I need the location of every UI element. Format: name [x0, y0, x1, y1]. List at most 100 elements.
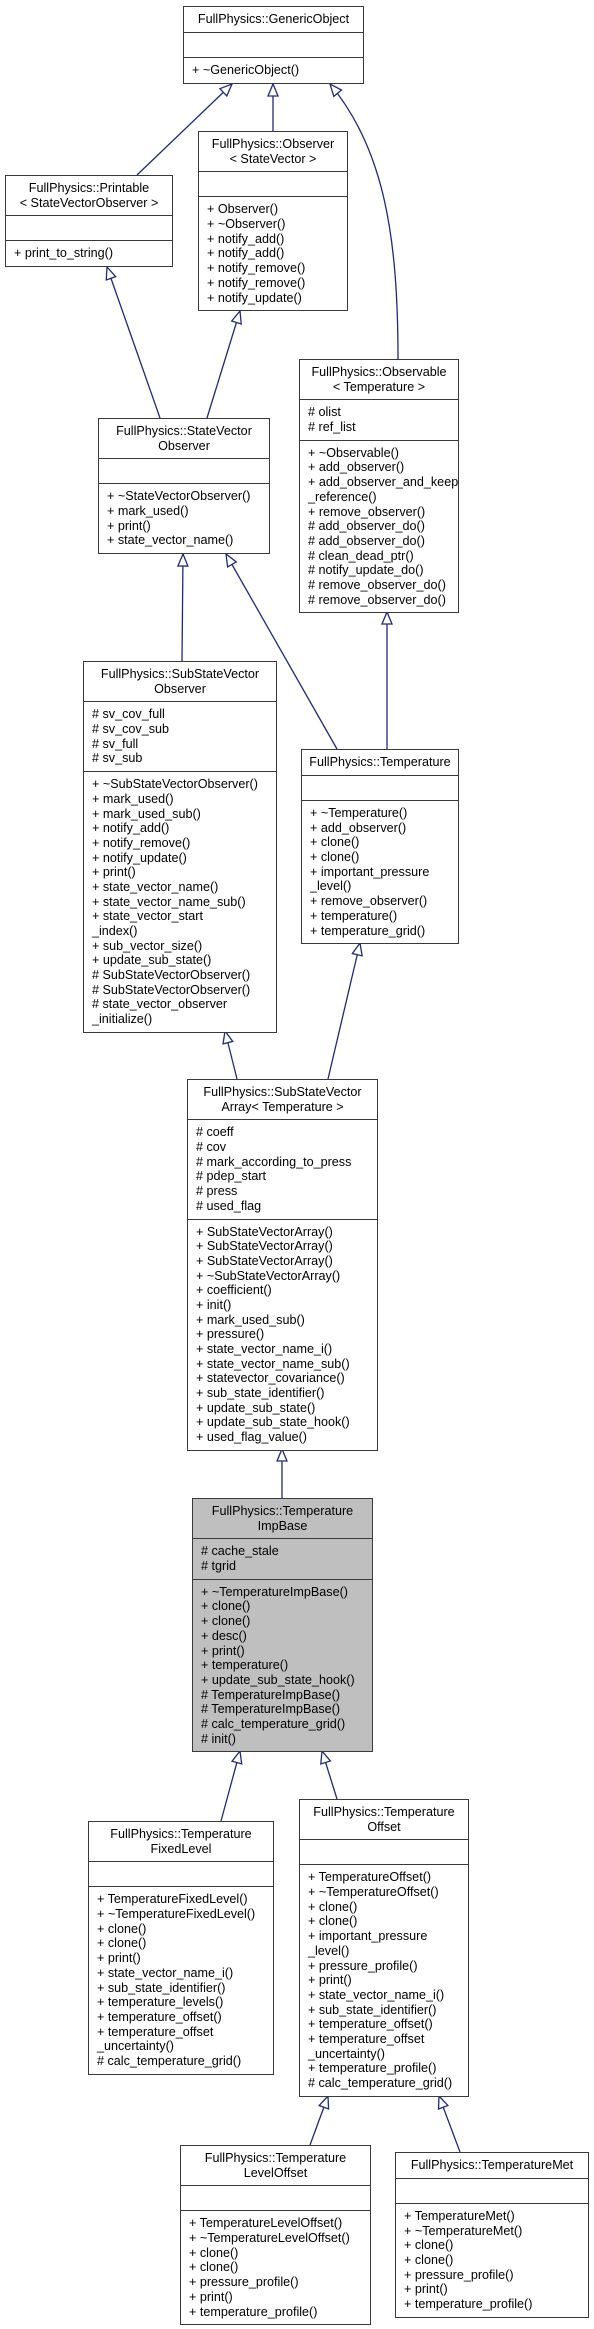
class-title: FullPhysics::SubStateVector Observer: [84, 662, 276, 701]
class-title: FullPhysics::StateVector Observer: [99, 419, 269, 458]
method-item: # SubStateVectorObserver(): [92, 968, 251, 983]
attribute-item: # pdep_start: [196, 1169, 267, 1184]
class-box-temperature-met[interactable]: FullPhysics::TemperatureMet + Temperature…: [395, 2152, 589, 2318]
method-item: + SubStateVectorArray(): [196, 1224, 333, 1239]
attribute-item: # coeff: [196, 1125, 234, 1140]
class-name-line: FullPhysics::Temperature: [204, 2151, 347, 2165]
class-attributes: [181, 2185, 370, 2210]
method-item: + temperature_profile(): [189, 2304, 318, 2319]
method-item: + clone(): [189, 2245, 239, 2260]
class-box-temperature-fixed-level[interactable]: FullPhysics::Temperature FixedLevel+ Temp…: [88, 1821, 274, 2075]
method-item: + ~Observable(): [308, 445, 399, 460]
method-item: + notify_add(): [207, 246, 285, 261]
class-box-temperature-offset[interactable]: FullPhysics::Temperature Offset + Temperat…: [299, 1799, 469, 2097]
method-item: + state_vector_name(): [92, 879, 219, 894]
class-methods: + ~Temperature() + add_observer() + clone(…: [302, 800, 458, 943]
method-item: + desc(): [201, 1628, 247, 1643]
method-item: + important_pressure: [310, 864, 430, 879]
method-item: # notify_update_do(): [308, 563, 424, 578]
class-title: FullPhysics::Temperature FixedLevel: [89, 1822, 273, 1861]
method-item: + update_sub_state_hook(): [196, 1415, 350, 1430]
class-box-state-vector-observer[interactable]: FullPhysics::StateVector Observer+ ~State…: [98, 418, 270, 555]
method-item: + state_vector_name_sub(): [196, 1356, 350, 1371]
method-item: # state_vector_observer: [92, 997, 228, 1012]
class-box-temperature-level-offset[interactable]: FullPhysics::Temperature LevelOffset + Tem…: [180, 2145, 371, 2326]
class-box-temperature[interactable]: FullPhysics::Temperature+ ~Temperature()…: [301, 749, 459, 945]
class-attributes: [6, 215, 172, 240]
attribute-item: # ref_list: [308, 420, 356, 435]
method-item: + print(): [107, 518, 151, 533]
class-methods: + TemperatureLevelOffset() + ~Temperature…: [181, 2210, 370, 2324]
class-attributes: # olist # ref_list: [300, 399, 458, 439]
inherits-edge-sub-state-vector-array-to-sub-state-vector-observer: [225, 1031, 238, 1080]
attribute-item: # sv_sub: [92, 751, 143, 766]
method-item: # calc_temperature_grid(): [308, 2076, 453, 2090]
class-box-printable[interactable]: FullPhysics::Printable < StateVectorObser…: [5, 175, 173, 268]
method-item: + pressure(): [196, 1327, 265, 1342]
class-name-line: FullPhysics::Temperature: [110, 1827, 252, 1841]
method-item: + TemperatureFixedLevel(): [97, 1892, 248, 1907]
method-item: + state_vector_name_i(): [97, 1965, 234, 1980]
method-item: + print(): [92, 865, 136, 880]
method-item: # add_observer_do(): [308, 533, 425, 548]
class-methods: + ~TemperatureImpBase() + clone() + clone(…: [193, 1578, 372, 1752]
method-item: + clone(): [404, 2253, 454, 2268]
method-item: + update_sub_state(): [92, 953, 212, 968]
class-attributes: [89, 1861, 273, 1886]
method-item: + ~StateVectorObserver(): [107, 489, 251, 504]
class-box-observer[interactable]: FullPhysics::Observer < StateVector > + Ob…: [198, 131, 348, 312]
method-item: + ~SubStateVectorArray(): [196, 1268, 341, 1283]
method-item: + SubStateVectorArray(): [196, 1239, 333, 1254]
method-item: + notify_remove(): [92, 835, 191, 850]
inherits-edge-sub-state-vector-array-to-temperature: [327, 943, 360, 1080]
method-item: + sub_vector_size(): [92, 938, 203, 953]
method-item: + add_observer(): [308, 460, 405, 475]
class-methods: + ~StateVectorObserver() + mark_used() + p…: [99, 483, 269, 553]
class-name-line: Array< Temperature >: [221, 1099, 344, 1114]
inherits-edge-temperature-met-to-temperature-offset: [439, 2096, 461, 2153]
method-item: + print(): [201, 1643, 245, 1658]
method-item: + update_sub_state_hook(): [201, 1672, 355, 1687]
class-name-line: Observer: [158, 438, 210, 453]
method-item: + notify_update(): [92, 850, 187, 865]
method-item: + notify_remove(): [207, 261, 306, 276]
class-methods: + ~SubStateVectorObserver() + mark_used()…: [84, 771, 276, 1032]
method-item: _uncertainty(): [308, 2046, 385, 2061]
class-title: FullPhysics::Temperature ImpBase: [193, 1499, 372, 1538]
class-box-sub-state-vector-observer[interactable]: FullPhysics::SubStateVector Observer# sv_…: [83, 661, 277, 1033]
method-item: + clone(): [308, 1914, 358, 1929]
method-item: + temperature_grid(): [310, 923, 426, 938]
class-box-observable[interactable]: FullPhysics::Observable < Temperature > # …: [299, 359, 459, 614]
method-item: + clone(): [201, 1614, 251, 1629]
inherits-edge-sub-state-vector-observer-to-state-vector-observer: [182, 554, 183, 662]
method-item: # TemperatureImpBase(): [201, 1687, 341, 1702]
class-title: FullPhysics::SubStateVector Array< Temper…: [188, 1080, 377, 1119]
method-item: + state_vector_name(): [107, 533, 234, 548]
class-box-sub-state-vector-array[interactable]: FullPhysics::SubStateVector Array< Temper…: [187, 1079, 378, 1451]
method-item: + used_flag_value(): [196, 1430, 307, 1445]
method-item: + ~Observer(): [207, 217, 286, 232]
class-name-line: FullPhysics::Observer: [211, 137, 335, 151]
class-name-line: < Temperature >: [332, 379, 426, 394]
class-name-line: FullPhysics::StateVector: [116, 424, 252, 438]
method-item: # calc_temperature_grid(): [201, 1716, 346, 1731]
class-title: FullPhysics::Temperature: [302, 750, 458, 775]
method-item: + notify_add(): [207, 231, 285, 246]
method-item: _initialize(): [92, 1012, 153, 1027]
method-item: _level(): [310, 879, 352, 894]
method-item: + mark_used(): [92, 791, 174, 806]
method-item: + clone(): [189, 2260, 239, 2275]
method-item: + SubStateVectorArray(): [196, 1253, 333, 1268]
class-box-temperature-imp-base[interactable]: FullPhysics::Temperature ImpBase # cache_s…: [192, 1498, 373, 1753]
method-item: # SubStateVectorObserver(): [92, 982, 251, 997]
class-box-generic-object[interactable]: FullPhysics::GenericObject + ~GenericObje…: [183, 6, 364, 84]
method-item: + init(): [196, 1297, 232, 1312]
method-item: + temperature(): [201, 1658, 289, 1673]
method-item: + clone(): [308, 1899, 358, 1914]
attribute-item: # mark_according_to_press: [196, 1154, 352, 1169]
class-methods: + ~Observable() + add_observer() + add_obs…: [300, 439, 458, 613]
class-name-line: FullPhysics::GenericObject: [197, 12, 350, 26]
method-item: + state_vector_name_sub(): [92, 894, 246, 909]
class-name-line: < StateVectorObserver >: [19, 195, 159, 210]
method-item: _index(): [92, 924, 138, 938]
